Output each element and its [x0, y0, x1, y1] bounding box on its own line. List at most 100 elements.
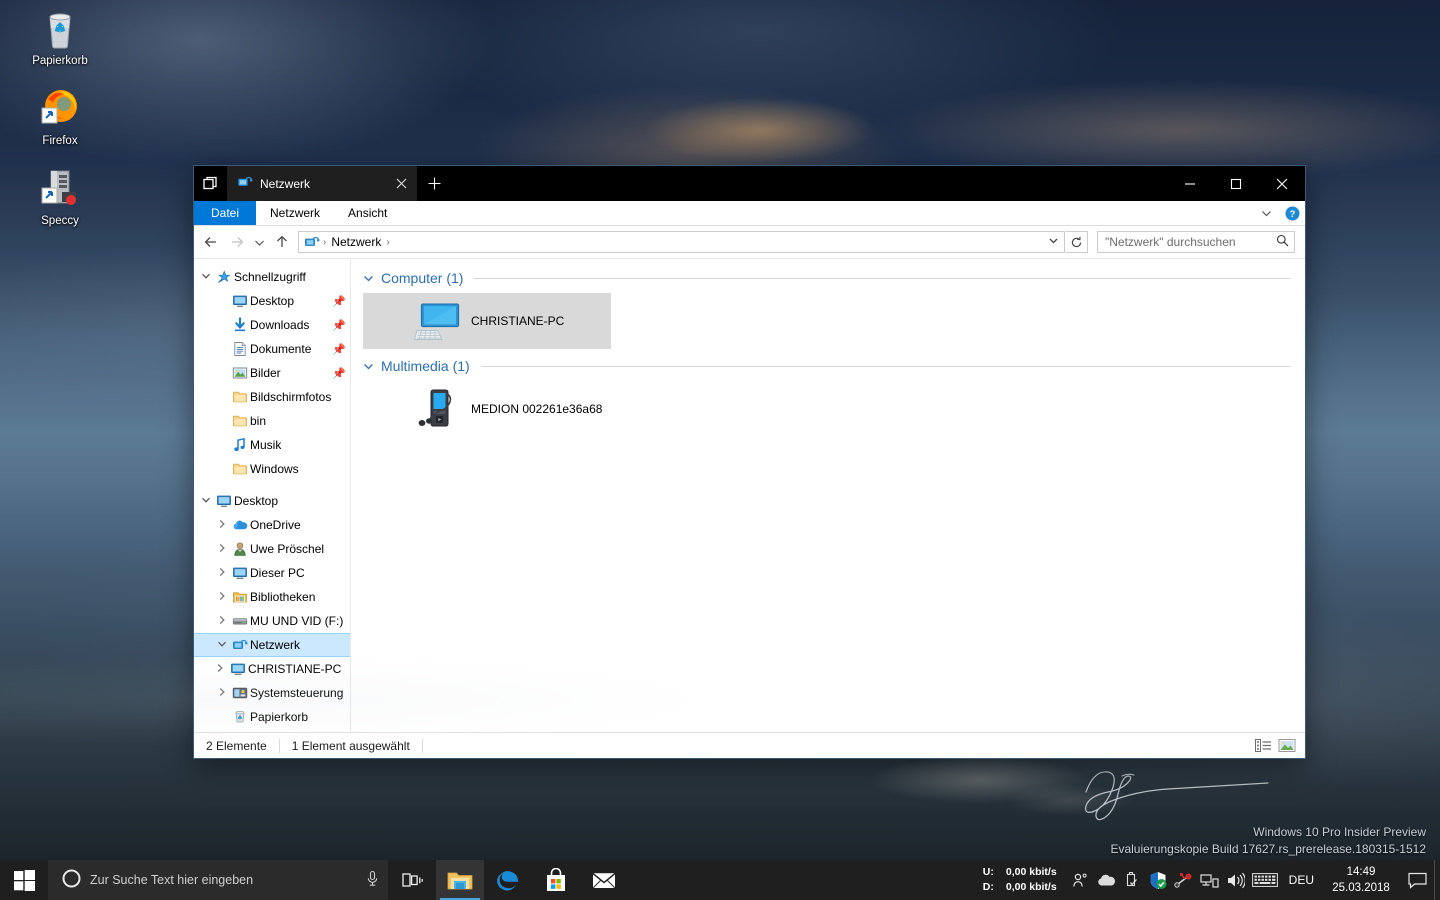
search-box[interactable]	[1097, 231, 1295, 253]
taskbar[interactable]: Zur Suche Text hier eingeben U: D: 0,00 …	[0, 860, 1440, 900]
close-button[interactable]	[1259, 166, 1305, 201]
sidebar-item-desktop[interactable]: Desktop 📌	[194, 289, 350, 313]
chevron-right-icon[interactable]	[214, 687, 230, 699]
chevron-right-icon[interactable]	[214, 519, 230, 531]
chevron-down-icon[interactable]	[198, 495, 214, 507]
breadcrumb-separator[interactable]: ›	[323, 237, 326, 248]
pin-icon[interactable]: 📌	[328, 343, 346, 356]
desktop-icon-speccy[interactable]: Speccy	[17, 166, 103, 228]
minimize-button[interactable]	[1167, 166, 1213, 201]
chevron-right-icon[interactable]	[214, 591, 230, 603]
window-titlebar[interactable]: Netzwerk	[194, 166, 1305, 201]
desktop[interactable]: Papierkorb Firefox Speccy Windows 10 Pro…	[0, 0, 1440, 900]
group-header[interactable]: Multimedia (1)	[363, 355, 1291, 377]
system-tray[interactable]	[1067, 860, 1281, 900]
back-button[interactable]	[198, 229, 224, 255]
sidebar-item-schnellzugriff[interactable]: Schnellzugriff	[194, 265, 350, 289]
mail-icon[interactable]	[580, 860, 628, 900]
network-meter-icon[interactable]	[1171, 860, 1197, 900]
sidebar-item-bin[interactable]: bin	[194, 409, 350, 433]
microsoft-store-icon[interactable]	[532, 860, 580, 900]
sidebar-item-christiane-pc[interactable]: CHRISTIANE-PC	[194, 657, 350, 681]
breadcrumb[interactable]: › Netzwerk ›	[298, 231, 1065, 253]
ribbon-tab-datei[interactable]: Datei	[194, 201, 257, 225]
sidebar-item-musik[interactable]: Musik	[194, 433, 350, 457]
file-explorer-window[interactable]: Netzwerk Datei Netzwerk Ansicht ? › Netz…	[193, 165, 1306, 759]
ribbon-tab-ansicht[interactable]: Ansicht	[334, 201, 401, 225]
sidebar-item-onedrive[interactable]: OneDrive	[194, 513, 350, 537]
sidebar-item-dieser-pc[interactable]: Dieser PC	[194, 561, 350, 585]
pin-icon[interactable]: 📌	[328, 295, 346, 308]
group-header[interactable]: Computer (1)	[363, 267, 1291, 289]
sidebar-item-dokumente[interactable]: Dokumente 📌	[194, 337, 350, 361]
refresh-icon[interactable]	[1066, 231, 1088, 253]
pin-icon[interactable]: 📌	[328, 319, 346, 332]
onedrive-cloud-icon[interactable]	[1093, 860, 1119, 900]
close-icon[interactable]	[389, 172, 413, 196]
breadcrumb-item-netzwerk[interactable]: Netzwerk	[329, 235, 383, 249]
chevron-right-icon[interactable]	[214, 615, 230, 627]
tab-switcher-icon[interactable]	[194, 166, 227, 201]
recent-locations-button[interactable]	[250, 229, 269, 255]
chevron-down-icon[interactable]	[363, 361, 374, 372]
new-tab-button[interactable]	[417, 166, 451, 201]
desktop-icon-papierkorb[interactable]: Papierkorb	[17, 6, 103, 68]
pin-icon[interactable]: 📌	[328, 367, 346, 380]
show-desktop-button[interactable]	[1434, 860, 1440, 900]
sidebar-item-mu-und-vid-f[interactable]: MU UND VID (F:)	[194, 609, 350, 633]
edge-icon[interactable]	[484, 860, 532, 900]
chevron-down-icon[interactable]	[363, 273, 374, 284]
maximize-button[interactable]	[1213, 166, 1259, 201]
microphone-icon[interactable]	[365, 870, 380, 890]
sidebar-item-bilder[interactable]: Bilder 📌	[194, 361, 350, 385]
breadcrumb-separator[interactable]: ›	[386, 237, 389, 248]
chevron-right-icon[interactable]	[212, 663, 228, 675]
explorer-tab[interactable]: Netzwerk	[227, 166, 417, 201]
navigation-pane[interactable]: Schnellzugriff Desktop 📌 Downloads 📌 Dokument…	[194, 259, 351, 732]
network-meter[interactable]: U: D: 0,00 kbit/s 0,00 kbit/s	[983, 860, 1067, 900]
clock[interactable]: 14:49 25.03.2018	[1322, 860, 1400, 900]
sidebar-item-bildschirmfotos[interactable]: Bildschirmfotos	[194, 385, 350, 409]
windows-defender-icon[interactable]	[1145, 860, 1171, 900]
cortana-circle-icon[interactable]	[62, 869, 81, 891]
sidebar-item-windows[interactable]: Windows	[194, 457, 350, 481]
chevron-right-icon[interactable]	[214, 567, 230, 579]
sidebar-item-bibliotheken[interactable]: Bibliotheken	[194, 585, 350, 609]
search-icon[interactable]	[1274, 234, 1290, 250]
ribbon-tab-netzwerk[interactable]: Netzwerk	[256, 201, 334, 225]
sidebar-item-netzwerk[interactable]: Netzwerk	[194, 633, 350, 657]
forward-button[interactable]	[224, 229, 250, 255]
sidebar-item-uwe-pr-schel[interactable]: Uwe Pröschel	[194, 537, 350, 561]
action-center-icon[interactable]	[1400, 860, 1434, 900]
details-view-icon[interactable]	[1251, 735, 1275, 757]
up-button[interactable]	[269, 229, 295, 255]
sidebar-item-downloads[interactable]: Downloads 📌	[194, 313, 350, 337]
ribbon-tabstrip[interactable]: Datei Netzwerk Ansicht ?	[194, 201, 1305, 226]
volume-icon[interactable]	[1223, 860, 1249, 900]
large-icons-view-icon[interactable]	[1275, 735, 1299, 757]
network-connection-icon[interactable]	[1197, 860, 1223, 900]
chevron-down-icon[interactable]	[198, 271, 214, 283]
address-bar[interactable]: › Netzwerk ›	[194, 226, 1305, 258]
sidebar-item-papierkorb[interactable]: Papierkorb	[194, 705, 350, 729]
chevron-down-icon[interactable]	[214, 639, 230, 651]
sidebar-item-desktop[interactable]: Desktop	[194, 489, 350, 513]
taskbar-search-box[interactable]: Zur Suche Text hier eingeben	[48, 860, 388, 900]
people-icon[interactable]	[1067, 860, 1093, 900]
desktop-icon-firefox[interactable]: Firefox	[17, 86, 103, 148]
language-indicator[interactable]: DEU	[1281, 860, 1322, 900]
chevron-down-icon[interactable]	[1253, 201, 1279, 225]
help-icon[interactable]: ?	[1279, 201, 1305, 225]
windows-start-icon[interactable]	[0, 860, 48, 900]
titlebar-drag-region[interactable]	[451, 166, 1167, 201]
file-explorer-icon[interactable]	[436, 860, 484, 900]
touch-keyboard-icon[interactable]	[1249, 860, 1281, 900]
safely-remove-usb-icon[interactable]	[1119, 860, 1145, 900]
sidebar-item-systemsteuerung[interactable]: Systemsteuerung	[194, 681, 350, 705]
list-item[interactable]: CHRISTIANE-PC	[363, 293, 611, 349]
chevron-down-icon[interactable]	[1045, 235, 1062, 249]
search-input[interactable]	[1105, 235, 1274, 249]
chevron-right-icon[interactable]	[214, 543, 230, 555]
task-view-icon[interactable]	[388, 860, 436, 900]
content-pane[interactable]: Computer (1) CHRISTIANE-PC Multimedia (1)	[351, 259, 1305, 732]
